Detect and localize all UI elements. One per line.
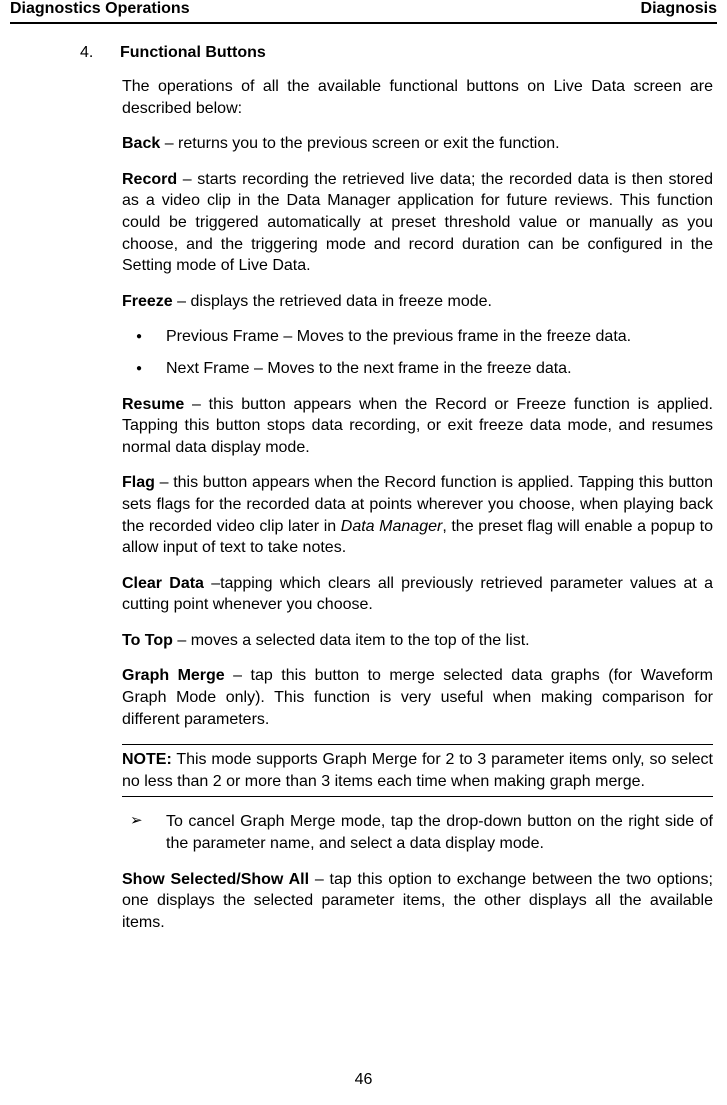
flag-paragraph: Flag – this button appears when the Reco…	[122, 472, 713, 558]
note-text: This mode supports Graph Merge for 2 to …	[122, 751, 713, 790]
note-box: NOTE: This mode supports Graph Merge for…	[122, 744, 713, 797]
totop-label: To Top	[122, 632, 173, 649]
document-page: Diagnostics Operations Diagnosis 4. Func…	[0, 0, 727, 1105]
list-item: Previous Frame – Moves to the previous f…	[122, 326, 713, 348]
totop-paragraph: To Top – moves a selected data item to t…	[122, 630, 713, 652]
intro-paragraph: The operations of all the available func…	[122, 76, 713, 119]
back-label: Back	[122, 135, 160, 152]
back-paragraph: Back – returns you to the previous scree…	[122, 133, 713, 155]
flag-label: Flag	[122, 474, 155, 491]
resume-text: – this button appears when the Record or…	[122, 396, 713, 456]
list-item: To cancel Graph Merge mode, tap the drop…	[122, 811, 713, 854]
back-text: – returns you to the previous screen or …	[160, 135, 559, 152]
flag-text-em: Data Manager	[341, 518, 443, 535]
freeze-label: Freeze	[122, 293, 173, 310]
page-number: 46	[0, 1071, 727, 1089]
section-heading: 4. Functional Buttons	[80, 44, 717, 62]
list-item: Next Frame – Moves to the next frame in …	[122, 358, 713, 380]
clear-paragraph: Clear Data –tapping which clears all pre…	[122, 573, 713, 616]
graph-label: Graph Merge	[122, 667, 225, 684]
freeze-paragraph: Freeze – displays the retrieved data in …	[122, 291, 713, 313]
clear-text: –tapping which clears all previously ret…	[122, 575, 713, 614]
record-text: – starts recording the retrieved live da…	[122, 171, 713, 274]
show-paragraph: Show Selected/Show All – tap this option…	[122, 869, 713, 934]
clear-label: Clear Data	[122, 575, 204, 592]
note-label: NOTE:	[122, 751, 172, 768]
freeze-text: – displays the retrieved data in freeze …	[173, 293, 492, 310]
freeze-bullets: Previous Frame – Moves to the previous f…	[122, 326, 713, 379]
graph-paragraph: Graph Merge – tap this button to merge s…	[122, 665, 713, 730]
record-label: Record	[122, 171, 177, 188]
header-right: Diagnosis	[641, 0, 717, 18]
totop-text: – moves a selected data item to the top …	[173, 632, 530, 649]
page-content: 4. Functional Buttons The operations of …	[10, 24, 717, 933]
section-number: 4.	[80, 44, 120, 62]
graph-bullets: To cancel Graph Merge mode, tap the drop…	[122, 811, 713, 854]
page-header: Diagnostics Operations Diagnosis	[10, 0, 717, 24]
header-left: Diagnostics Operations	[10, 0, 190, 18]
resume-paragraph: Resume – this button appears when the Re…	[122, 394, 713, 459]
section-title: Functional Buttons	[120, 44, 266, 62]
body-block: The operations of all the available func…	[122, 76, 713, 933]
show-label: Show Selected/Show All	[122, 871, 309, 888]
resume-label: Resume	[122, 396, 184, 413]
record-paragraph: Record – starts recording the retrieved …	[122, 169, 713, 277]
